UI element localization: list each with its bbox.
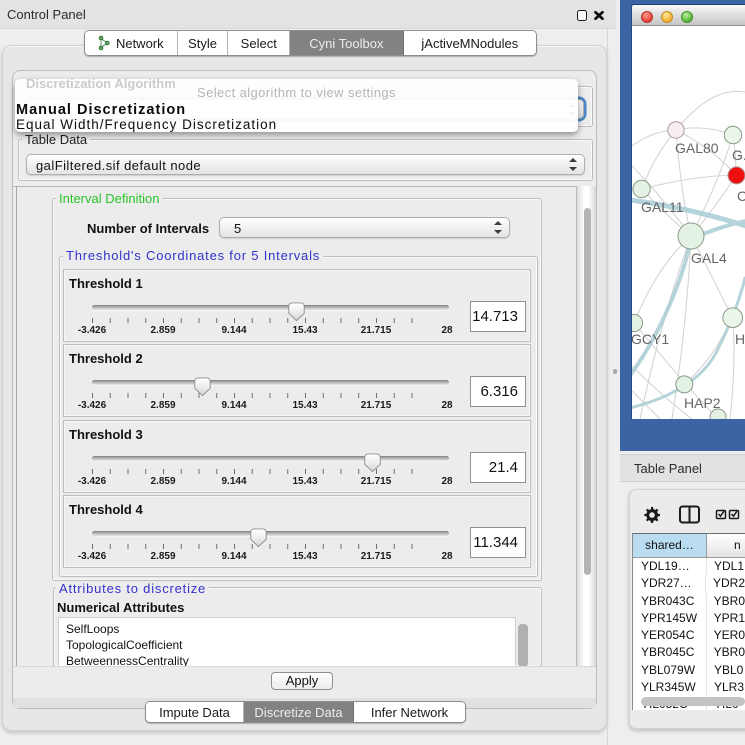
svg-text:G.: G. bbox=[732, 147, 745, 163]
svg-text:GAL4: GAL4 bbox=[691, 250, 727, 266]
svg-text:GAL80: GAL80 bbox=[675, 140, 719, 156]
svg-text:HAP2: HAP2 bbox=[684, 395, 721, 411]
svg-text:GCY1: GCY1 bbox=[632, 331, 669, 347]
svg-text:H: H bbox=[735, 331, 745, 347]
svg-text:GAL11: GAL11 bbox=[641, 199, 684, 215]
svg-text:C: C bbox=[737, 188, 745, 204]
